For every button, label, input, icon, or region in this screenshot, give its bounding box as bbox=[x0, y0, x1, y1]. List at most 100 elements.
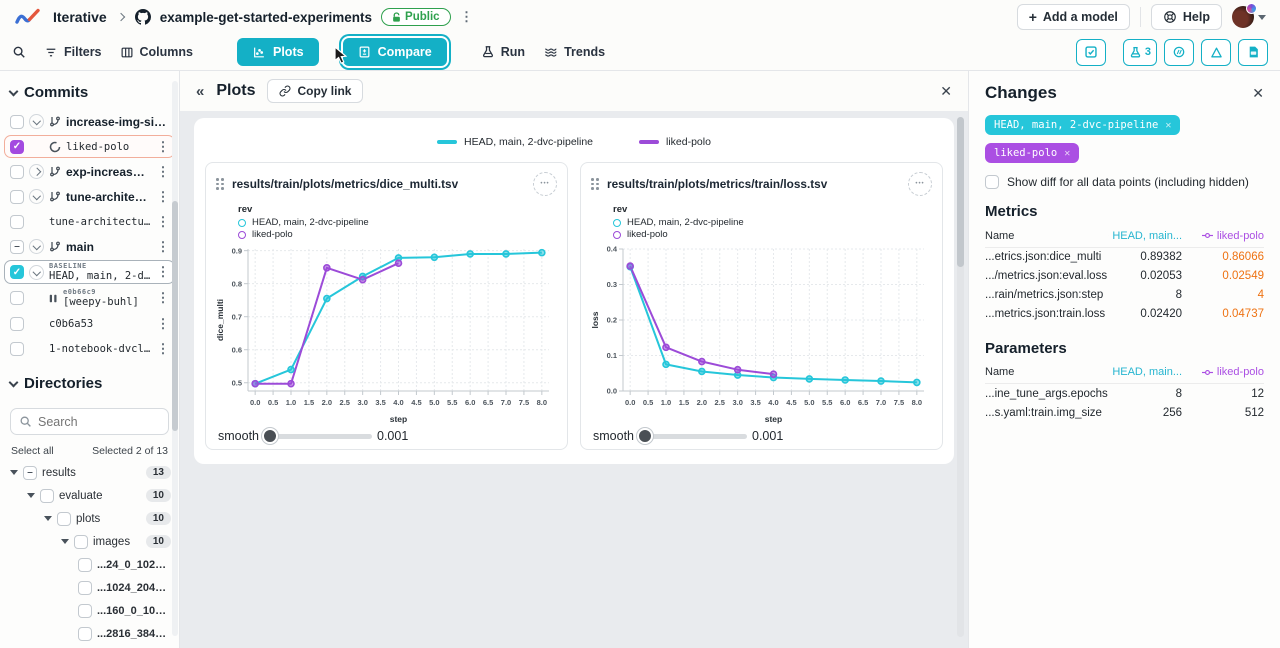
help-button[interactable]: Help bbox=[1151, 4, 1222, 30]
commits-section-header[interactable]: Commits bbox=[0, 71, 179, 108]
expander-chevron-icon[interactable] bbox=[29, 265, 44, 280]
commit-menu-kebab-icon[interactable] bbox=[156, 264, 170, 280]
hidden-plots-button[interactable] bbox=[1164, 39, 1194, 66]
expander-chevron-icon[interactable] bbox=[29, 114, 44, 129]
tree-checkbox[interactable] bbox=[78, 581, 92, 595]
commit-checkbox[interactable] bbox=[10, 291, 24, 305]
table-header-cell[interactable]: liked-polo bbox=[1182, 366, 1264, 378]
run-button[interactable]: Run bbox=[481, 45, 525, 59]
tree-row[interactable]: ...24_0_1024.png bbox=[0, 553, 179, 576]
chart-menu-button[interactable] bbox=[908, 172, 932, 196]
expander-chevron-icon[interactable] bbox=[29, 189, 44, 204]
revision-badge[interactable]: liked-polo bbox=[985, 143, 1079, 163]
tree-row[interactable]: ...2816_3840.png bbox=[0, 622, 179, 645]
remove-revision-icon[interactable] bbox=[1165, 120, 1171, 131]
drag-handle-icon[interactable] bbox=[591, 178, 599, 190]
tree-checkbox[interactable] bbox=[57, 512, 71, 526]
compare-button[interactable]: Compare bbox=[343, 38, 447, 66]
commit-menu-kebab-icon[interactable] bbox=[156, 214, 170, 230]
search-button[interactable] bbox=[12, 45, 26, 59]
chart-menu-button[interactable] bbox=[533, 172, 557, 196]
table-header-cell[interactable]: liked-polo bbox=[1182, 230, 1264, 242]
repo-menu-kebab-icon[interactable] bbox=[460, 9, 474, 25]
select-shown-button[interactable] bbox=[1076, 39, 1106, 66]
table-header-cell[interactable]: Name bbox=[985, 230, 1108, 242]
export-csv-button[interactable] bbox=[1238, 39, 1268, 66]
close-plots-icon[interactable] bbox=[940, 83, 952, 100]
remove-revision-icon[interactable] bbox=[1064, 148, 1070, 159]
table-header-cell[interactable]: HEAD, main... bbox=[1108, 366, 1182, 378]
commit-checkbox[interactable] bbox=[10, 190, 24, 204]
tree-checkbox[interactable] bbox=[78, 627, 92, 641]
select-all-link[interactable]: Select all bbox=[11, 445, 54, 457]
expander-chevron-icon[interactable] bbox=[29, 239, 44, 254]
trends-button[interactable]: Trends bbox=[543, 45, 605, 59]
commit-row[interactable]: increase-img-size-epochs bbox=[4, 110, 175, 133]
tree-row[interactable]: ...1024_2048.png bbox=[0, 576, 179, 599]
commit-row[interactable]: main bbox=[4, 235, 175, 258]
sidebar-scrollbar[interactable] bbox=[172, 81, 178, 636]
tree-row[interactable]: evaluate10 bbox=[0, 484, 179, 507]
commit-row[interactable]: liked-polo bbox=[4, 135, 175, 158]
plots-button[interactable]: Plots bbox=[237, 38, 319, 66]
commit-checkbox[interactable] bbox=[10, 342, 24, 356]
plots-scrollbar[interactable] bbox=[957, 117, 964, 637]
repo-name[interactable]: example-get-started-experiments bbox=[160, 10, 372, 25]
tree-checkbox[interactable] bbox=[40, 489, 54, 503]
commit-row[interactable]: BASELINEHEAD, main, 2-dvc-pip… bbox=[4, 260, 175, 284]
tree-row[interactable]: images10 bbox=[0, 530, 179, 553]
show-diff-toggle[interactable]: Show diff for all data points (including… bbox=[985, 175, 1264, 189]
commit-row[interactable]: 1-notebook-dvclive bbox=[4, 337, 175, 360]
commit-row[interactable]: tune-architecture bbox=[4, 210, 175, 233]
commit-checkbox[interactable] bbox=[10, 265, 24, 279]
tree-caret-icon[interactable] bbox=[27, 493, 35, 498]
brand-name[interactable]: Iterative bbox=[53, 9, 107, 25]
commit-menu-kebab-icon[interactable] bbox=[156, 239, 170, 255]
columns-button[interactable]: Columns bbox=[120, 45, 193, 59]
directories-search[interactable] bbox=[10, 408, 169, 435]
user-menu[interactable] bbox=[1232, 6, 1266, 28]
tree-caret-icon[interactable] bbox=[61, 539, 69, 544]
commit-row[interactable]: tune-architecture bbox=[4, 185, 175, 208]
smooth-slider[interactable] bbox=[639, 434, 747, 439]
smooth-slider[interactable] bbox=[264, 434, 372, 439]
tree-checkbox[interactable] bbox=[23, 466, 37, 480]
slider-handle[interactable] bbox=[637, 428, 653, 444]
commit-menu-kebab-icon[interactable] bbox=[156, 164, 170, 180]
avatar[interactable] bbox=[1232, 6, 1254, 28]
commit-menu-kebab-icon[interactable] bbox=[156, 290, 170, 306]
table-header-cell[interactable]: Name bbox=[985, 366, 1108, 378]
tree-row[interactable]: ...160_0_1024.png bbox=[0, 599, 179, 622]
expander-chevron-icon[interactable] bbox=[29, 164, 44, 179]
filters-button[interactable]: Filters bbox=[44, 45, 102, 59]
drag-handle-icon[interactable] bbox=[216, 178, 224, 190]
commit-menu-kebab-icon[interactable] bbox=[156, 316, 170, 332]
slider-handle[interactable] bbox=[262, 428, 278, 444]
commit-checkbox[interactable] bbox=[10, 317, 24, 331]
commit-row[interactable]: c0b6a53 bbox=[4, 312, 175, 335]
directories-section-header[interactable]: Directories bbox=[0, 362, 179, 399]
tree-caret-icon[interactable] bbox=[10, 470, 18, 475]
tree-caret-icon[interactable] bbox=[44, 516, 52, 521]
tree-checkbox[interactable] bbox=[74, 535, 88, 549]
tree-checkbox[interactable] bbox=[78, 604, 92, 618]
collapse-panel-icon[interactable]: « bbox=[196, 83, 204, 100]
commit-menu-kebab-icon[interactable] bbox=[156, 189, 170, 205]
commit-checkbox[interactable] bbox=[10, 115, 24, 129]
commit-checkbox[interactable] bbox=[10, 165, 24, 179]
experiments-count-button[interactable]: 3 bbox=[1123, 39, 1157, 66]
commit-menu-kebab-icon[interactable] bbox=[156, 139, 170, 155]
close-changes-icon[interactable] bbox=[1252, 85, 1264, 102]
commit-checkbox[interactable] bbox=[10, 215, 24, 229]
commit-checkbox[interactable] bbox=[10, 240, 24, 254]
revision-badge[interactable]: HEAD, main, 2-dvc-pipeline bbox=[985, 115, 1180, 135]
commit-checkbox[interactable] bbox=[10, 140, 24, 154]
search-input[interactable] bbox=[38, 415, 148, 429]
show-diff-checkbox[interactable] bbox=[985, 175, 999, 189]
commit-menu-kebab-icon[interactable] bbox=[156, 341, 170, 357]
table-header-cell[interactable]: HEAD, main... bbox=[1108, 230, 1182, 242]
copy-link-button[interactable]: Copy link bbox=[267, 79, 363, 103]
tree-row[interactable]: plots10 bbox=[0, 507, 179, 530]
delta-button[interactable] bbox=[1201, 39, 1231, 66]
tree-checkbox[interactable] bbox=[78, 558, 92, 572]
